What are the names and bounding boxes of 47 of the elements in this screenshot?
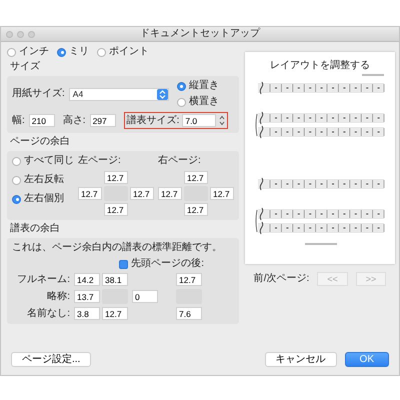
first-page-checkbox[interactable]: 先頭ページの後:: [119, 258, 204, 270]
number-field[interactable]: 0: [132, 290, 158, 303]
description-text: これは、ページ余白内の譜表の標準距離です。: [12, 242, 223, 254]
score-title: レイアウトを調整する: [270, 60, 370, 72]
number-field[interactable]: 7.6: [176, 307, 202, 320]
number-field[interactable]: 12.7: [104, 203, 128, 216]
dialog-button[interactable]: ページ設定...: [11, 352, 92, 367]
unit-radio[interactable]: インチ: [7, 46, 49, 58]
margin-mode-radio[interactable]: すべて同じ: [12, 155, 74, 167]
number-field[interactable]: 12.7: [176, 273, 202, 286]
field-label: 高さ:: [62, 114, 86, 126]
margin-mode-radio[interactable]: 左右反転: [12, 174, 74, 186]
number-field[interactable]: 12.7: [102, 307, 128, 320]
nav-label: 前/次ページ:: [254, 273, 310, 285]
number-field[interactable]: 12.7: [184, 203, 208, 216]
field-label: 譜表サイズ:: [126, 114, 180, 126]
margin-mode-radio[interactable]: 左右個別: [12, 193, 74, 205]
field-label: 名前なし:: [26, 308, 71, 320]
page-label: 左ページ:: [78, 155, 122, 167]
unit-radio[interactable]: ポイント: [97, 46, 149, 58]
orientation-radio[interactable]: 縦置き: [176, 80, 219, 92]
field-label: フルネーム:: [16, 274, 71, 286]
number-field[interactable]: 13.7: [74, 290, 100, 303]
field-label: 略称:: [46, 290, 71, 302]
number-field[interactable]: 12.7: [130, 187, 154, 200]
dialog-button[interactable]: キャンセル: [264, 352, 337, 367]
field-label: 幅:: [12, 114, 25, 126]
orientation-radio[interactable]: 横置き: [176, 96, 219, 108]
number-field[interactable]: 12.7: [184, 171, 208, 184]
window-title: ドキュメントセットアップ: [140, 28, 260, 40]
number-field[interactable]: 38.1: [102, 273, 128, 286]
number-field[interactable]: 12.7: [210, 187, 234, 200]
page-label: 右ページ:: [158, 155, 202, 167]
number-field[interactable]: 7.0: [182, 114, 216, 127]
section-heading: 譜表の余白: [10, 223, 61, 235]
number-field[interactable]: 210: [28, 114, 55, 127]
number-field[interactable]: 12.7: [104, 171, 128, 184]
paper-size-select[interactable]: A4: [68, 88, 169, 100]
number-field[interactable]: 14.2: [74, 273, 100, 286]
section-heading: サイズ: [10, 61, 41, 73]
number-field[interactable]: 12.7: [78, 187, 102, 200]
section-heading: ページの余白: [10, 136, 71, 148]
number-field[interactable]: 297: [90, 114, 116, 127]
number-field[interactable]: 3.8: [74, 307, 100, 320]
number-field[interactable]: 12.7: [158, 187, 182, 200]
unit-radio[interactable]: ミリ: [57, 46, 89, 58]
field-label: 用紙サイズ:: [12, 88, 65, 100]
